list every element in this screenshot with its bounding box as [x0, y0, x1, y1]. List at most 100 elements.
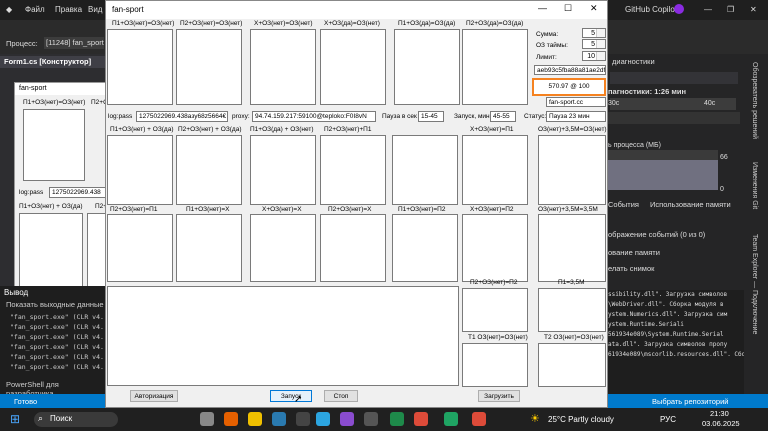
menu-file[interactable]: Файл: [25, 5, 45, 14]
vtab-team-explorer[interactable]: Team Explorer — Подключение: [751, 234, 758, 334]
textbox-r3-7[interactable]: [538, 214, 606, 282]
firefox-icon[interactable]: [224, 412, 238, 426]
output-show-label: Показать выходные данные: [6, 300, 104, 309]
visual-studio-icon[interactable]: [340, 412, 354, 426]
box-caption: П2+ОЗ(нет)=П2: [470, 279, 518, 286]
load-button[interactable]: Загрузить: [478, 390, 520, 402]
textbox-r1-6[interactable]: [462, 29, 528, 105]
oz-stepper[interactable]: 5: [582, 39, 606, 49]
close-icon[interactable]: ✕: [750, 5, 757, 14]
maximize-icon[interactable]: ☐: [564, 3, 572, 14]
textbox-r2-7[interactable]: [538, 135, 606, 205]
app-icon[interactable]: [364, 412, 378, 426]
minimize-icon[interactable]: —: [538, 3, 547, 13]
weather-text[interactable]: 25°C Partly cloudy: [548, 415, 614, 424]
pause-field[interactable]: 15-45: [418, 111, 444, 122]
start-button[interactable]: Запуск: [270, 390, 312, 402]
proxy-field[interactable]: 94.74.159.217:59100@teploko:F0I8vN: [252, 111, 376, 122]
auth-button[interactable]: Авторизация: [130, 390, 178, 402]
menu-view[interactable]: Вид: [88, 5, 102, 14]
textbox-r2-2[interactable]: [176, 135, 242, 205]
textbox-r3-6[interactable]: [462, 214, 528, 282]
app-icon[interactable]: [296, 412, 310, 426]
diag-40: 40c: [704, 100, 716, 107]
output-title: Вывод: [4, 288, 29, 297]
textbox-r2-5[interactable]: [392, 135, 458, 205]
summa-stepper[interactable]: 5: [582, 28, 606, 38]
limit-stepper[interactable]: 10: [582, 51, 606, 61]
vtab-git-changes[interactable]: Изменения Git: [751, 162, 758, 209]
menu-edit[interactable]: Правка: [55, 5, 82, 14]
site-field[interactable]: fan-sport.cc: [546, 97, 606, 107]
output-line: ystem.Numerics.dll". Загрузка сим: [608, 311, 728, 318]
process-select[interactable]: [11248] fan_sport: [44, 37, 104, 49]
taskbar-search[interactable]: Поиск: [50, 414, 72, 423]
textbox-r1-1[interactable]: [107, 29, 173, 105]
oz-label: ОЗ таймы:: [536, 42, 568, 49]
minimize-icon[interactable]: —: [704, 5, 712, 14]
start-menu-icon[interactable]: ⊞: [10, 412, 20, 426]
box-caption: П2+ОЗ(нет)=П1: [110, 206, 158, 213]
textbox-r2-1[interactable]: [107, 135, 173, 205]
store-icon[interactable]: [272, 412, 286, 426]
textbox-r1-4[interactable]: [320, 29, 386, 105]
textbox-r3-4[interactable]: [320, 214, 386, 282]
box-caption: П2+ОЗ(нет)=Х: [328, 206, 372, 213]
start-field[interactable]: 45-55: [490, 111, 516, 122]
vtab-solution-explorer[interactable]: Обозреватель решений: [751, 62, 758, 139]
textbox-r1-2[interactable]: [176, 29, 242, 105]
hash-field[interactable]: aeb93c5fba88a81ae2df3c: [534, 65, 606, 75]
restore-icon[interactable]: ❐: [727, 5, 734, 14]
logpass-field[interactable]: 1275022969.438азу68z5664€: [136, 111, 228, 122]
search-icon[interactable]: ⌕: [38, 413, 43, 424]
textbox-r3-5[interactable]: [392, 214, 458, 282]
diag-tab-events[interactable]: События: [608, 200, 639, 209]
chrome-icon[interactable]: [472, 412, 486, 426]
box-caption: ОЗ(нет)+3,5М=3,5М: [538, 206, 598, 213]
explorer-icon[interactable]: [248, 412, 262, 426]
textbox-t1[interactable]: [462, 343, 528, 387]
diag-snapshot[interactable]: елать снимок: [608, 264, 654, 273]
designer-input: 1275022969.438: [49, 187, 107, 198]
textbox-r1-3[interactable]: [250, 29, 316, 105]
chrome-icon[interactable]: [414, 412, 428, 426]
rate-field[interactable]: 570.97 @ 100: [532, 78, 606, 96]
avatar[interactable]: [674, 4, 684, 14]
task-view-icon[interactable]: [200, 412, 214, 426]
textbox-r3-2[interactable]: [176, 214, 242, 282]
textbox-r3-1[interactable]: [107, 214, 173, 282]
weather-icon: ☀: [530, 413, 540, 425]
textbox-t2[interactable]: [538, 343, 606, 387]
status-label: Статус:: [524, 113, 547, 120]
designer-tab[interactable]: Form1.cs [Конструктор]: [0, 56, 106, 68]
stop-button[interactable]: Стоп: [324, 390, 358, 402]
clock-date[interactable]: 03.06.2025: [702, 419, 740, 428]
language-indicator[interactable]: РУС: [660, 415, 676, 424]
textbox-r2-6[interactable]: [462, 135, 528, 205]
output-line: 561934e089\System.Runtime.Serial: [608, 331, 724, 338]
textbox-r3-3[interactable]: [250, 214, 316, 282]
clock-time[interactable]: 21:30: [710, 409, 729, 418]
output-line: "fan_sport.exe" (CLR v4.: [10, 353, 104, 361]
designer-textbox: [23, 109, 85, 181]
select-repo[interactable]: Выбрать репозиторий: [652, 397, 728, 406]
copilot-button[interactable]: GitHub Copilot: [625, 5, 677, 14]
close-icon[interactable]: ✕: [590, 3, 598, 14]
box-caption: Х+ОЗ(нет)=ОЗ(нет): [254, 20, 313, 27]
diag-tab-memory[interactable]: Использование памяти: [650, 200, 731, 209]
app-icon[interactable]: [444, 412, 458, 426]
textbox-p1-35[interactable]: [538, 288, 606, 332]
textbox-r2-4[interactable]: [320, 135, 386, 205]
textbox-p2-oz-p2[interactable]: [462, 288, 528, 332]
telegram-icon[interactable]: [316, 412, 330, 426]
designer-form-title: fan-sport: [15, 83, 107, 95]
window-titlebar: fan-sport — ☐ ✕: [106, 1, 607, 19]
log-textbox[interactable]: [107, 286, 459, 386]
app-icon[interactable]: [390, 412, 404, 426]
box-caption: П1+ОЗ(нет)=ОЗ(нет): [112, 20, 175, 27]
textbox-r2-3[interactable]: [250, 135, 316, 205]
output-panel: Вывод Показать выходные данные "fan_spor…: [0, 286, 106, 398]
textbox-r1-5[interactable]: [394, 29, 460, 105]
summa-label: Сумма:: [536, 31, 559, 38]
box-caption: ОЗ(нет)+3,5М=ОЗ(нет): [538, 126, 607, 133]
